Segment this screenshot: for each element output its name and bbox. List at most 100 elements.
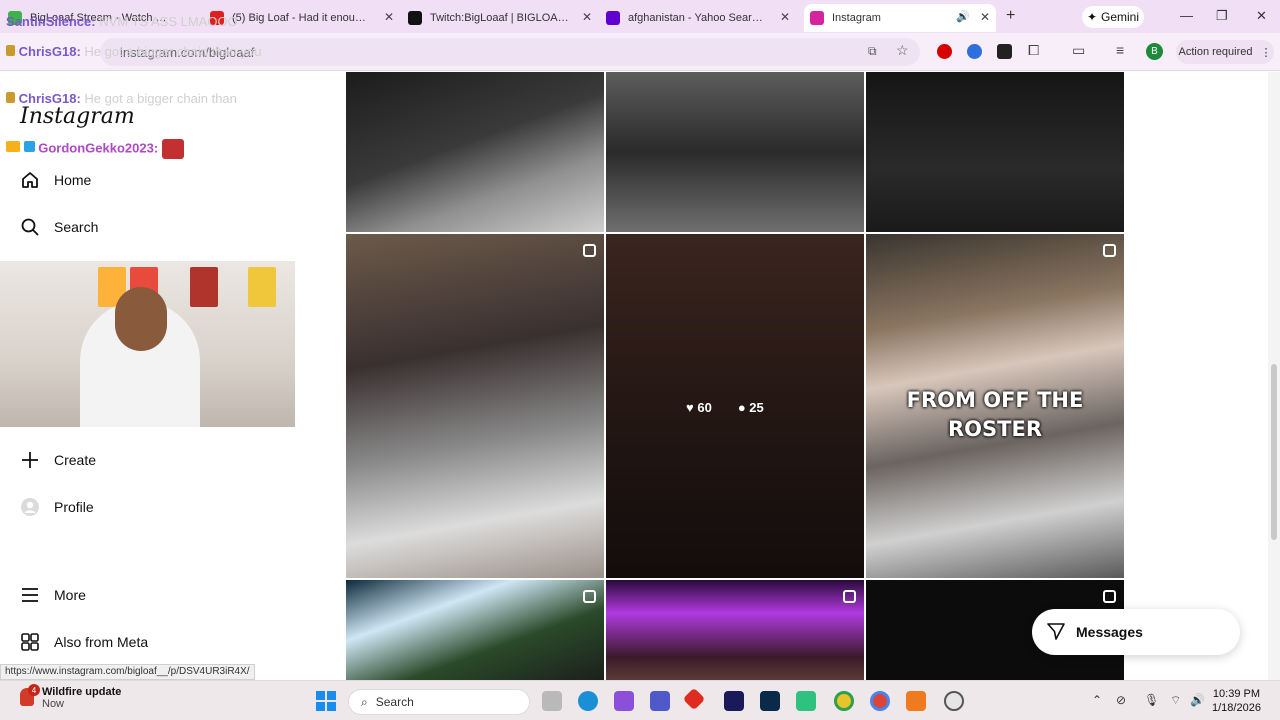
chat-message: ChrisG18: He got a bigger chain than [6,91,237,106]
task-view-icon[interactable] [542,691,562,711]
close-tab-icon[interactable]: ✕ [980,10,990,24]
post-thumbnail[interactable] [346,234,604,578]
premiere-icon[interactable] [724,691,744,711]
windows-start-icon[interactable] [316,691,336,711]
tab-title: afghanistan - Yahoo Search Res [628,12,768,24]
notification-title: Wildfire update [42,686,122,698]
chrome-icon[interactable] [834,691,854,711]
settings-icon[interactable] [944,691,964,711]
profile-avatar[interactable]: B [1146,43,1163,60]
media-controls-icon[interactable]: ≡ [1116,42,1124,58]
gemini-sparkle-icon: ✦ [1086,10,1098,24]
comments-stat: ● 25 [738,400,764,415]
edge-icon[interactable] [578,691,598,711]
nav-also-from-meta-label: Also from Meta [54,634,149,650]
tab-twitch[interactable]: Twitch:BigLoaaf | BIGLOAAF dis ✕ [408,4,598,32]
profile-post-grid: ♥ 60 ● 25 FROM OFF THE ROSTER [346,72,1124,680]
post-thumbnail[interactable] [346,580,604,680]
post-thumbnail-hovered[interactable]: ♥ 60 ● 25 [606,234,864,578]
wall-poster [248,267,276,307]
restore-icon[interactable]: ❐ [1216,8,1228,24]
nav-home[interactable]: Home [20,170,91,190]
nav-more[interactable]: More [20,585,86,605]
speaker-icon[interactable]: 🔊 [956,10,970,23]
tray-chevron-icon[interactable]: ⌃ [1092,693,1102,707]
tab-title: Instagram [832,12,881,24]
extension-dark-icon[interactable] [997,44,1012,59]
action-required-button[interactable]: Action required ⋮ [1176,40,1274,64]
wall-poster [190,267,218,307]
system-clock[interactable]: 10:39 PM 1/18/2026 [1212,687,1261,715]
post-thumbnail[interactable] [866,72,1124,232]
nav-create[interactable]: Create [20,450,96,470]
tab-title: Twitch:BigLoaaf | BIGLOAAF dis [430,12,570,24]
sidepanel-icon[interactable]: ▭ [1072,42,1085,59]
tab-big-loaf-youtube[interactable]: (5) Big Loaf - Had it enough/M ✕ [210,4,400,32]
overlay-line-1: FROM OFF THE [906,388,1084,412]
vpn-icon[interactable]: ⊘ [1116,693,1126,707]
likes-stat: ♥ 60 [686,400,712,415]
notification-subtitle: Now [42,698,65,710]
tab-favicon-icon [606,11,620,25]
post-thumbnail[interactable] [346,72,604,232]
search-icon: ⌕ [361,694,368,709]
opera-extension-icon[interactable] [937,44,952,59]
windows-taskbar: 4 Wildfire update Now ⌕ Search ⌃ ⊘ 🎙 ⌔ 🔊… [0,680,1280,720]
likes-count: 60 [697,400,712,415]
gemini-button[interactable]: ✦ Gemini [1082,6,1144,28]
close-tab-icon[interactable]: ✕ [780,10,790,24]
close-tab-icon[interactable]: ✕ [582,10,592,24]
volume-icon[interactable]: 🔊 [1190,693,1205,707]
nav-search[interactable]: Search [20,217,98,237]
nav-more-label: More [54,587,86,603]
close-window-icon[interactable]: ✕ [1256,8,1267,24]
page-scrollbar[interactable] [1268,72,1280,680]
copilot-icon[interactable] [614,691,634,711]
chat-username: ChrisG18 [18,91,77,106]
nav-profile[interactable]: Profile [20,497,94,517]
instagram-logo[interactable]: Instagram [20,104,135,129]
extensions-puzzle-icon[interactable]: ⧠ [1028,42,1039,59]
home-icon [20,170,40,190]
post-thumbnail[interactable] [606,72,864,232]
taskbar-search[interactable]: ⌕ Search [348,689,530,715]
teams-icon[interactable] [650,691,670,711]
tab-favicon-icon [810,11,824,25]
news-widget[interactable]: 4 Wildfire update Now [20,684,122,710]
game-app-icon[interactable] [796,691,816,711]
comment-icon: ● [737,400,746,415]
tab-yahoo-search[interactable]: afghanistan - Yahoo Search Res ✕ [606,4,796,32]
extension-blue-icon[interactable] [967,44,982,59]
nav-create-label: Create [54,452,97,468]
menu-icon [20,585,40,605]
scrollbar-thumb[interactable] [1271,364,1277,540]
install-app-icon[interactable]: ⧉ [868,44,877,59]
chat-text: He got a bigger chain than [84,91,237,106]
streamer-webcam-overlay [0,261,295,427]
tab-title: (5) Big Loaf - Had it enough/M [232,12,372,24]
plus-icon [20,450,40,470]
post-thumbnail[interactable]: FROM OFF THE ROSTER [866,234,1124,578]
bookmark-star-icon[interactable]: ☆ [896,42,909,59]
tab-favicon-icon [408,11,422,25]
emote-image [161,139,184,159]
wifi-icon[interactable]: ⌔ [1170,693,1181,708]
tab-instagram[interactable]: Instagram 🔊 ✕ [804,4,996,32]
chrome-profile-icon[interactable] [870,691,890,711]
reel-icon [583,244,596,257]
messages-button[interactable]: Messages [1032,609,1240,655]
nav-home-label: Home [54,172,92,188]
new-tab-icon[interactable]: + [1006,7,1015,25]
app-red-icon[interactable] [682,687,706,711]
close-tab-icon[interactable]: ✕ [384,10,394,24]
photoshop-icon[interactable] [760,691,780,711]
reel-icon [583,590,596,603]
minimize-icon[interactable]: — [1180,8,1193,23]
nav-profile-label: Profile [54,499,94,515]
app-orange-icon[interactable] [906,691,926,711]
search-icon [20,217,40,237]
microphone-icon[interactable]: 🎙 [1144,693,1159,707]
post-thumbnail[interactable] [606,580,864,680]
nav-also-from-meta[interactable]: Also from Meta [20,632,148,652]
chat-message: SantinSilence: NVM TS ASS LMAOOO [6,14,238,29]
